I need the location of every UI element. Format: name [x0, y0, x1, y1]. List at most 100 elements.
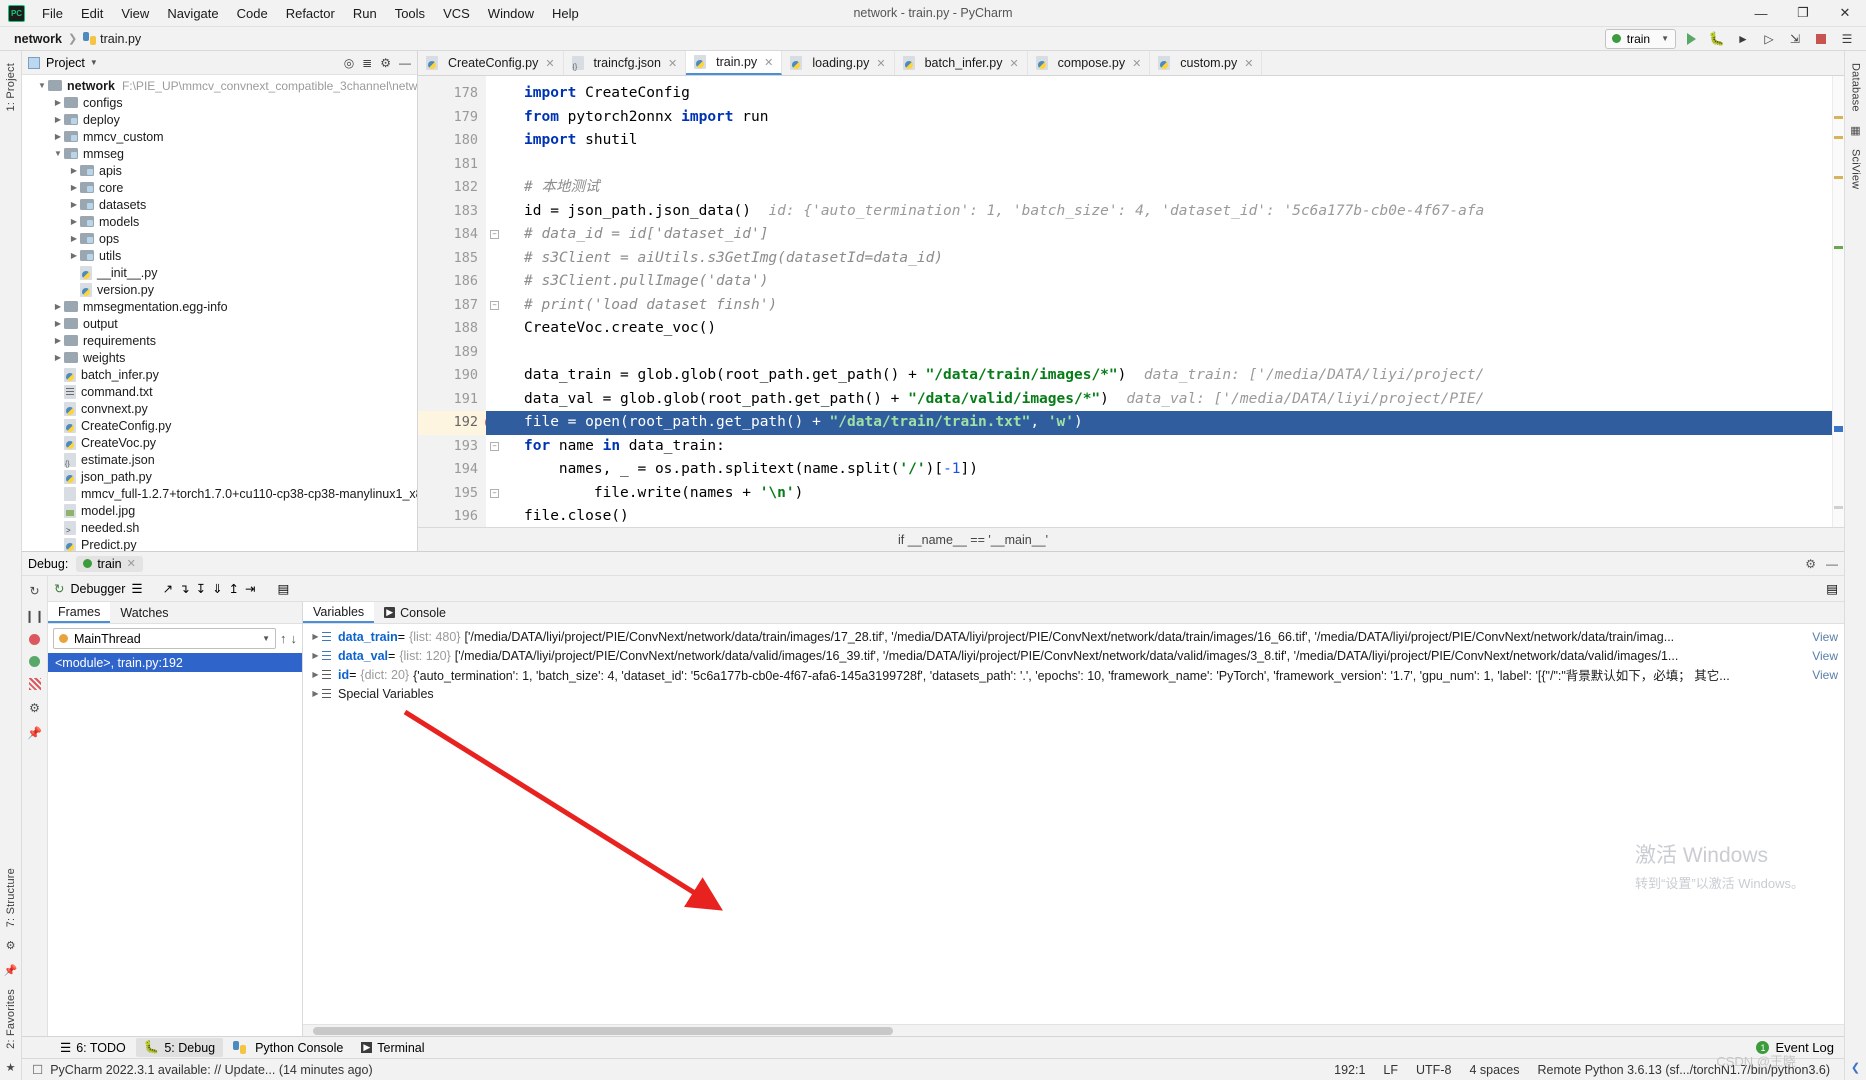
sidebar-item-sciview[interactable]: SciView — [1847, 143, 1865, 195]
tree-item-convnext-py[interactable]: convnext.py — [22, 400, 417, 417]
line-number[interactable]: 194 — [418, 458, 486, 482]
run-button[interactable] — [1680, 29, 1702, 49]
debug-settings-gear-icon[interactable]: ⚙ — [1805, 557, 1816, 571]
line-number[interactable]: 178 — [418, 82, 486, 106]
settings-pin-icon[interactable]: 📌 — [27, 726, 42, 740]
menu-edit[interactable]: Edit — [72, 3, 112, 24]
close-icon[interactable]: ✕ — [668, 57, 677, 70]
expand-right-panel-icon[interactable]: ❮ — [1851, 1061, 1860, 1074]
sidebar-item-structure[interactable]: 7: Structure — [2, 862, 20, 933]
code-line[interactable]: # s3Client = aiUtils.s3GetImg(datasetId=… — [486, 247, 1844, 271]
code-line[interactable]: file.write(names + '\n') — [486, 482, 1844, 506]
code-line[interactable]: for name in data_train: — [486, 435, 1844, 459]
collapse-all-icon[interactable]: ≣ — [362, 56, 372, 70]
tree-item-json-path-py[interactable]: json_path.py — [22, 468, 417, 485]
pin-icon[interactable]: 📌 — [4, 964, 18, 977]
breadcrumb-project[interactable]: network — [14, 32, 62, 46]
variables-horizontal-scrollbar[interactable] — [303, 1024, 1844, 1036]
status-message[interactable]: PyCharm 2022.3.1 available: // Update...… — [50, 1063, 372, 1077]
chevron-right-icon[interactable]: ▶ — [52, 353, 64, 362]
sidebar-item-project[interactable]: 1: Project — [2, 57, 20, 117]
editor-tab-compose-py[interactable]: compose.py ✕ — [1028, 51, 1151, 75]
line-number[interactable]: 180 — [418, 129, 486, 153]
tree-item-output[interactable]: ▶ output — [22, 315, 417, 332]
debug-button[interactable]: 🐛 — [1706, 29, 1728, 49]
tree-item-predict-py[interactable]: Predict.py — [22, 536, 417, 551]
python-interpreter[interactable]: Remote Python 3.6.13 (sf.../torchN1.7/bi… — [1537, 1063, 1830, 1077]
line-number[interactable]: 189 — [418, 341, 486, 365]
tree-item-estimate-json[interactable]: estimate.json — [22, 451, 417, 468]
line-number[interactable]: 196 — [418, 505, 486, 527]
menu-run[interactable]: Run — [344, 3, 386, 24]
chevron-right-icon[interactable]: ▶ — [68, 183, 80, 192]
close-icon[interactable]: ✕ — [1009, 57, 1018, 70]
tree-item-ops[interactable]: ▶ ops — [22, 230, 417, 247]
scrollbar-thumb[interactable] — [313, 1027, 893, 1035]
code-line[interactable]: CreateVoc.create_voc() — [486, 317, 1844, 341]
locate-file-icon[interactable]: ◎ — [344, 56, 354, 70]
view-breakpoints-icon[interactable]: ⚙ — [29, 701, 40, 715]
tree-item-weights[interactable]: ▶ weights — [22, 349, 417, 366]
layout-icon[interactable]: ☰ — [131, 581, 142, 596]
chevron-down-icon[interactable]: ▼ — [52, 149, 64, 158]
line-number[interactable]: 191 — [418, 388, 486, 412]
tree-item-createconfig-py[interactable]: CreateConfig.py — [22, 417, 417, 434]
chevron-right-icon[interactable]: ▶ — [52, 115, 64, 124]
line-number[interactable]: 184− — [418, 223, 499, 247]
line-number[interactable]: 186 — [418, 270, 486, 294]
restart-icon[interactable]: ↻ — [54, 581, 64, 596]
editor-tab-createconfig-py[interactable]: CreateConfig.py ✕ — [418, 51, 564, 75]
tab-console[interactable]: ▶ Console — [374, 602, 456, 623]
close-icon[interactable]: ✕ — [876, 57, 885, 70]
indent-setting[interactable]: 4 spaces — [1469, 1063, 1519, 1077]
close-icon[interactable]: ✕ — [764, 56, 773, 69]
menu-help[interactable]: Help — [543, 3, 588, 24]
editor-tab-custom-py[interactable]: custom.py ✕ — [1150, 51, 1263, 75]
run-configuration-selector[interactable]: train ▼ — [1604, 28, 1676, 49]
stop-session-icon[interactable] — [29, 634, 40, 645]
code-line[interactable]: data_val = glob.glob(root_path.get_path(… — [486, 388, 1844, 412]
code-line[interactable]: file.close() — [486, 505, 1844, 527]
chevron-right-icon[interactable]: ▶ — [52, 319, 64, 328]
code-content[interactable]: import CreateConfig from pytorch2onnx imp… — [486, 76, 1844, 527]
step-into-icon[interactable]: ↧ — [196, 581, 206, 596]
stop-button[interactable] — [1810, 29, 1832, 49]
tree-item-deploy[interactable]: ▶ deploy — [22, 111, 417, 128]
chevron-right-icon[interactable]: ▶ — [52, 302, 64, 311]
debug-layout-settings-icon[interactable]: ▤ — [1826, 581, 1838, 596]
tree-item-model-jpg[interactable]: model.jpg — [22, 502, 417, 519]
menu-refactor[interactable]: Refactor — [277, 3, 344, 24]
chevron-right-icon[interactable]: ▶ — [68, 200, 80, 209]
code-line[interactable] — [486, 341, 1844, 365]
tree-item-needed-sh[interactable]: needed.sh — [22, 519, 417, 536]
tool-button-terminal[interactable]: ▶ Terminal — [353, 1039, 432, 1057]
step-over-icon[interactable]: ↴ — [179, 581, 189, 596]
frame-up-icon[interactable]: ↑ — [280, 631, 287, 646]
code-line[interactable]: from pytorch2onnx import run — [486, 106, 1844, 130]
chevron-right-icon[interactable]: ▶ — [68, 217, 80, 226]
tab-variables[interactable]: Variables — [303, 602, 375, 623]
chevron-right-icon[interactable]: ▶ — [309, 632, 322, 641]
chevron-right-icon[interactable]: ▶ — [68, 251, 80, 260]
frame-down-icon[interactable]: ↓ — [291, 631, 298, 646]
editor-tab-traincfg-json[interactable]: traincfg.json ✕ — [564, 51, 687, 75]
line-number[interactable]: 192 — [418, 411, 498, 435]
editor-tab-batch-infer-py[interactable]: batch_infer.py ✕ — [895, 51, 1028, 75]
star-icon[interactable]: ★ — [6, 1061, 16, 1074]
line-number[interactable]: 179 — [418, 106, 486, 130]
line-number[interactable]: 188 — [418, 317, 486, 341]
file-encoding[interactable]: UTF-8 — [1416, 1063, 1451, 1077]
line-number[interactable]: 187− — [418, 294, 499, 318]
settings-gear-icon[interactable]: ⚙ — [6, 939, 16, 952]
variables-list[interactable]: ▶ data_train = {list: 480} ['/media/DATA/l… — [303, 624, 1844, 1024]
chevron-right-icon[interactable]: ▶ — [52, 132, 64, 141]
code-line[interactable]: # 本地测试 — [486, 176, 1844, 200]
editor-tab-train-py[interactable]: train.py ✕ — [686, 51, 783, 75]
chevron-down-icon[interactable]: ▼ — [90, 58, 98, 67]
variable-row[interactable]: ▶ data_train = {list: 480} ['/media/DATA/l… — [303, 627, 1844, 646]
code-line[interactable]: file = open(root_path.get_path() + "/dat… — [486, 411, 1844, 435]
menu-tools[interactable]: Tools — [386, 3, 434, 24]
code-editor[interactable]: 178 179 180 181 182 183 184−185 186 187−188 189 19… — [418, 76, 1844, 527]
view-value-link[interactable]: View — [1812, 649, 1838, 663]
line-number[interactable]: 190 — [418, 364, 486, 388]
